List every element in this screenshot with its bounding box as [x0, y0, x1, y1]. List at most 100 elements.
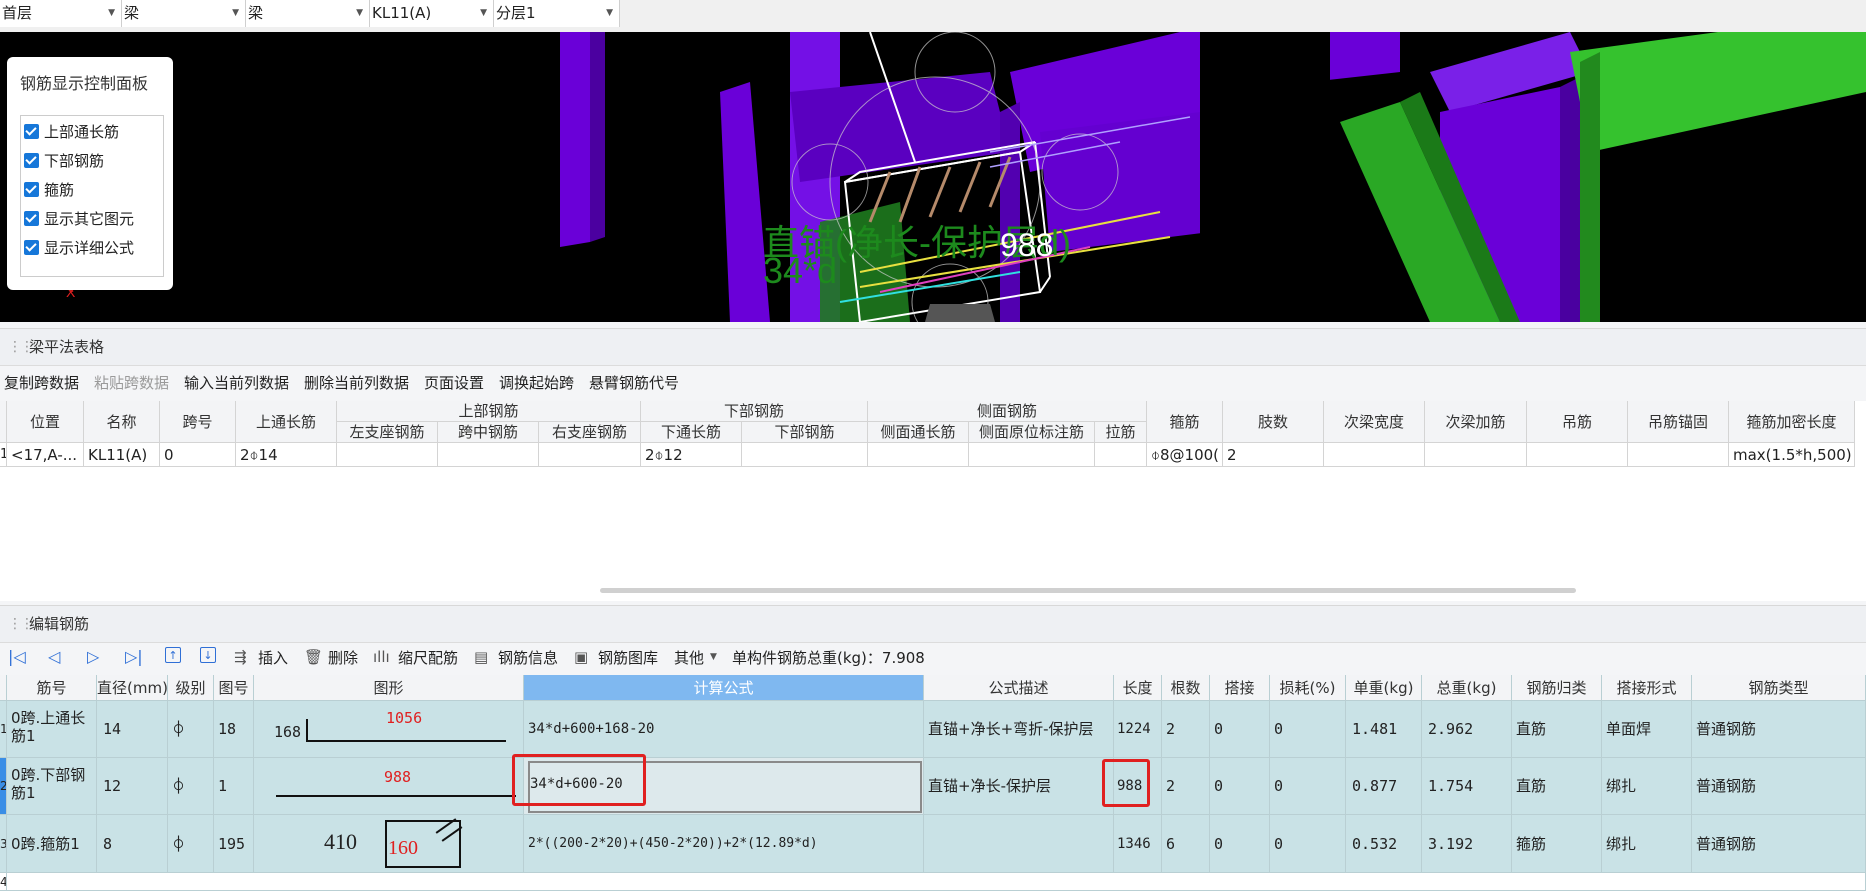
cell-unit-weight[interactable]: 1.481: [1346, 701, 1422, 758]
col-top-continuous[interactable]: 上通长筋: [236, 401, 337, 443]
cell-category[interactable]: 直筋: [1512, 701, 1602, 758]
cell-formula-desc[interactable]: 直锚+净长-保护层: [924, 758, 1114, 815]
cell-unit-weight[interactable]: 0.532: [1346, 815, 1422, 873]
cell-legs[interactable]: 2: [1223, 443, 1324, 467]
cell-hanger[interactable]: [1527, 443, 1628, 467]
col-lap[interactable]: 搭接: [1210, 675, 1270, 701]
col-secondary-width[interactable]: 次梁宽度: [1324, 401, 1425, 443]
horizontal-scrollbar[interactable]: [600, 588, 1576, 593]
cell-top-continuous[interactable]: 2⌽14: [236, 443, 337, 467]
cell-formula-desc[interactable]: 直锚+净长+弯折-保护层: [924, 701, 1114, 758]
cell-diameter[interactable]: 8: [97, 815, 168, 873]
col-span-no[interactable]: 跨号: [160, 401, 236, 443]
cell-grade[interactable]: ⌽: [168, 758, 214, 815]
cell-rebar-type[interactable]: 普通钢筋: [1692, 758, 1866, 815]
col-bottom-rebar[interactable]: 下部钢筋: [742, 422, 868, 443]
col-count[interactable]: 根数: [1162, 675, 1210, 701]
cell-length[interactable]: 1224: [1114, 701, 1162, 758]
cell-right-support[interactable]: [539, 443, 641, 467]
copy-span-data-button[interactable]: 复制跨数据: [4, 372, 79, 393]
cell-fig-no[interactable]: 1: [214, 758, 254, 815]
checkbox-checked-icon[interactable]: [24, 124, 39, 139]
component-subtype-select[interactable]: 梁 ▼: [246, 0, 370, 27]
cell-grade[interactable]: ⌽: [168, 815, 214, 873]
cell-lap-form[interactable]: 绑扎: [1602, 815, 1692, 873]
col-length[interactable]: 长度: [1114, 675, 1162, 701]
col-lap-form[interactable]: 搭接形式: [1602, 675, 1692, 701]
col-left-support[interactable]: 左支座钢筋: [337, 422, 438, 443]
cell-side-continuous[interactable]: [868, 443, 969, 467]
cell-tie-bar[interactable]: [1095, 443, 1147, 467]
col-grade[interactable]: 级别: [168, 675, 214, 701]
cell-length[interactable]: 1346: [1114, 815, 1162, 873]
cell-loss[interactable]: 0: [1270, 815, 1346, 873]
checkbox-checked-icon[interactable]: [24, 182, 39, 197]
scale-rebar-button[interactable]: 缩尺配筋: [398, 647, 458, 668]
option-stirrup[interactable]: 箍筋: [24, 178, 74, 202]
col-fig-no[interactable]: 图号: [214, 675, 254, 701]
last-record-icon[interactable]: ▷|: [125, 647, 143, 666]
cell-mid-span[interactable]: [438, 443, 539, 467]
component-name-select[interactable]: KL11(A) ▼: [370, 0, 494, 27]
cell-densify-length[interactable]: max(1.5*h,500): [1729, 443, 1855, 467]
col-formula[interactable]: 计算公式: [524, 675, 924, 701]
3d-viewport[interactable]: 直锚(净长-保护层d) 34*d 988 X 钢筋显示控制面板 上部通长筋 下部…: [0, 32, 1866, 322]
col-tie-bar[interactable]: 拉筋: [1095, 422, 1147, 443]
col-hanger-anchor[interactable]: 吊筋锚固: [1628, 401, 1729, 443]
page-setup-button[interactable]: 页面设置: [424, 372, 484, 393]
checkbox-checked-icon[interactable]: [24, 153, 39, 168]
col-mid-span[interactable]: 跨中钢筋: [438, 422, 539, 443]
cell-unit-weight[interactable]: 0.877: [1346, 758, 1422, 815]
cell-category[interactable]: 箍筋: [1512, 815, 1602, 873]
cell-secondary-add[interactable]: [1425, 443, 1527, 467]
cell-formula[interactable]: 2*((200-2*20)+(450-2*20))+2*(12.89*d): [524, 815, 924, 873]
cell-bar-no[interactable]: 0跨.上通长筋1: [7, 701, 97, 758]
delete-column-data-button[interactable]: 删除当前列数据: [304, 372, 409, 393]
col-loss[interactable]: 损耗(%): [1270, 675, 1346, 701]
option-show-detailed-formula[interactable]: 显示详细公式: [24, 236, 134, 260]
cell-fig-no[interactable]: 195: [214, 815, 254, 873]
col-densify-length[interactable]: 箍筋加密长度: [1729, 401, 1855, 443]
cell-secondary-width[interactable]: [1324, 443, 1425, 467]
col-unit-weight[interactable]: 单重(kg): [1346, 675, 1422, 701]
cell-loss[interactable]: 0: [1270, 701, 1346, 758]
checkbox-checked-icon[interactable]: [24, 240, 39, 255]
rebar-info-button[interactable]: 钢筋信息: [498, 647, 558, 668]
col-side-inplace[interactable]: 侧面原位标注筋: [969, 422, 1095, 443]
component-type-select[interactable]: 梁 ▼: [122, 0, 246, 27]
other-menu-button[interactable]: 其他: [674, 647, 704, 668]
col-bottom-continuous[interactable]: 下通长筋: [641, 422, 742, 443]
cell-position[interactable]: <17,A-...: [7, 443, 84, 467]
insert-icon[interactable]: ⇶: [234, 648, 247, 666]
layer-select[interactable]: 分层1 ▼: [494, 0, 620, 27]
empty-row[interactable]: [7, 873, 1866, 891]
cell-name[interactable]: KL11(A): [84, 443, 160, 467]
cell-side-inplace[interactable]: [969, 443, 1095, 467]
cell-hanger-anchor[interactable]: [1628, 443, 1729, 467]
cantilever-rebar-code-button[interactable]: 悬臂钢筋代号: [589, 372, 679, 393]
col-stirrup[interactable]: 箍筋: [1147, 401, 1223, 443]
first-record-icon[interactable]: |◁: [8, 647, 26, 666]
option-show-other-elements[interactable]: 显示其它图元: [24, 207, 134, 231]
cell-category[interactable]: 直筋: [1512, 758, 1602, 815]
option-top-continuous-rebar[interactable]: 上部通长筋: [24, 120, 119, 144]
cell-fig-no[interactable]: 18: [214, 701, 254, 758]
cell-total-weight[interactable]: 1.754: [1422, 758, 1512, 815]
cell-bar-no[interactable]: 0跨.箍筋1: [7, 815, 97, 873]
delete-button[interactable]: 删除: [328, 647, 358, 668]
cell-bottom-rebar[interactable]: [742, 443, 868, 467]
cell-loss[interactable]: 0: [1270, 758, 1346, 815]
cell-formula-desc[interactable]: [924, 815, 1114, 873]
next-record-icon[interactable]: ▷: [87, 647, 99, 666]
cell-bottom-continuous[interactable]: 2⌽12: [641, 443, 742, 467]
col-right-support[interactable]: 右支座钢筋: [539, 422, 641, 443]
cell-formula[interactable]: 34*d+600+168-20: [524, 701, 924, 758]
col-formula-desc[interactable]: 公式描述: [924, 675, 1114, 701]
col-secondary-add[interactable]: 次梁加筋: [1425, 401, 1527, 443]
cell-shape[interactable]: 168 1056: [254, 701, 524, 758]
col-rebar-type[interactable]: 钢筋类型: [1692, 675, 1866, 701]
cell-lap[interactable]: 0: [1210, 701, 1270, 758]
col-hanger[interactable]: 吊筋: [1527, 401, 1628, 443]
cell-shape[interactable]: 988: [254, 758, 524, 815]
col-diameter[interactable]: 直径(mm): [97, 675, 168, 701]
